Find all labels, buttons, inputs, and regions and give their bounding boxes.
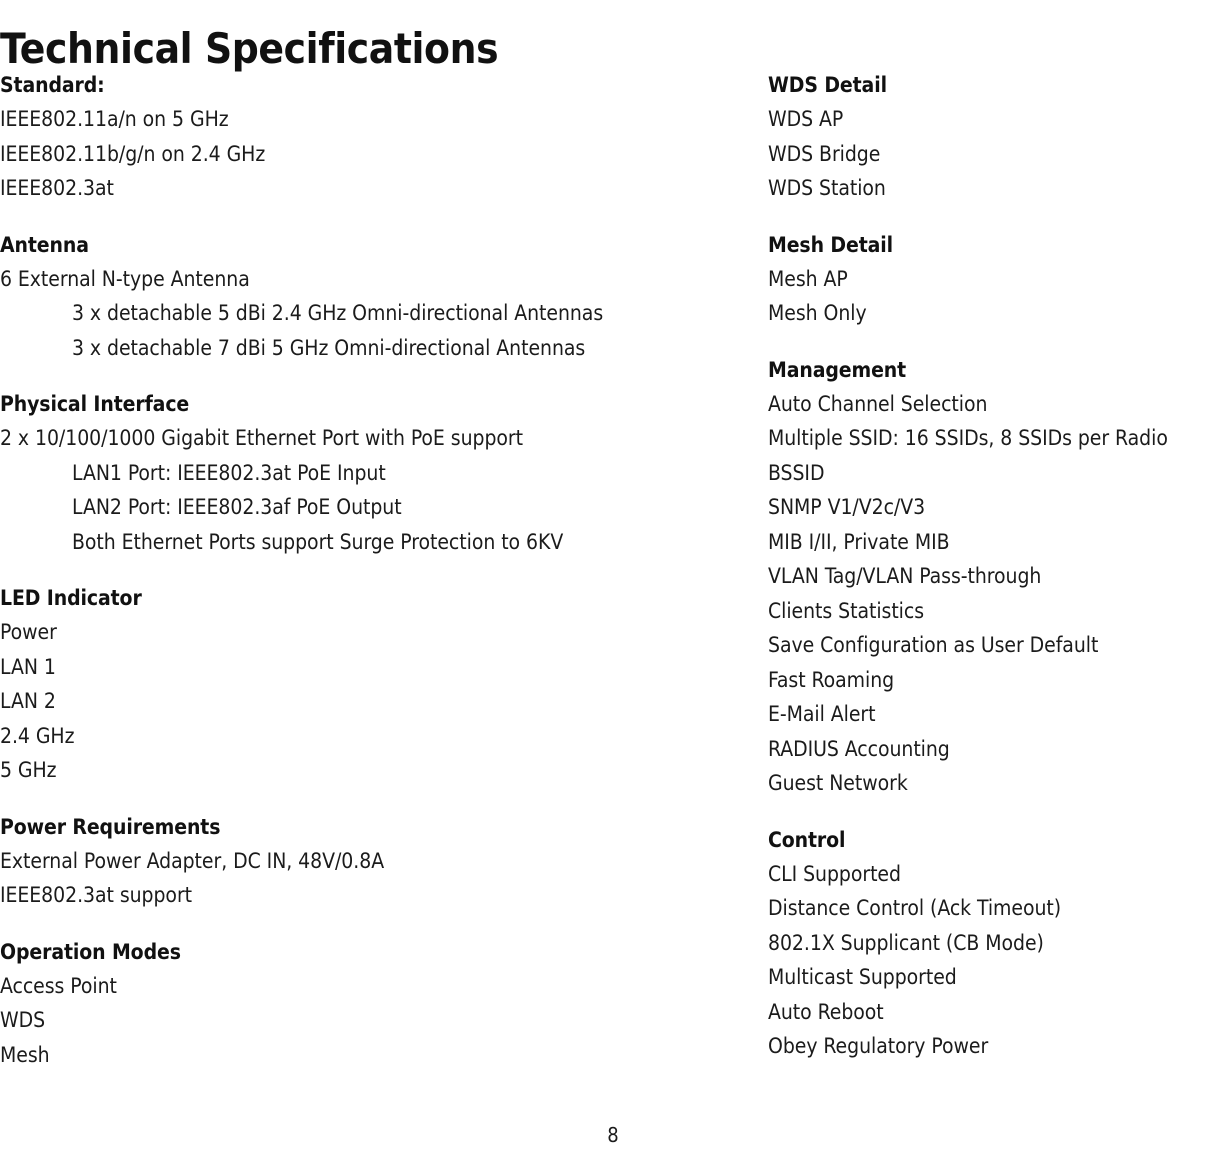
spec-item: Access Point [0,973,117,998]
spec-section: Mesh Detail Mesh AP Mesh Only [768,228,1226,331]
spec-item: Mesh Only [768,301,867,325]
spec-section-heading: WDS Detail [768,73,887,97]
spec-item: Fast Roaming [768,667,895,692]
spec-section: Standard: IEEE802.11a/n on 5 GHz IEEE802.1… [0,68,740,206]
spec-item: Multicast Supported [768,965,957,989]
spec-item: VLAN Tag/VLAN Pass-through [768,564,1042,588]
spec-item: Multiple SSID: 16 SSIDs, 8 SSIDs per Rad… [768,426,1168,450]
left-spec-column: Standard: IEEE802.11a/n on 5 GHz IEEE802.1… [0,68,740,1072]
spec-item: Both Ethernet Ports support Surge Protec… [72,529,564,554]
spec-section-heading: Management [768,357,907,382]
spec-item: LAN2 Port: IEEE802.3af PoE Output [72,495,402,519]
spec-item: 5 GHz [0,758,57,782]
spec-section: Control CLI Supported Distance Control (Ac… [768,823,1226,1064]
spec-item: Mesh AP [768,266,848,291]
spec-section: Physical Interface 2 x 10/100/1000 Gigabi… [0,387,740,559]
spec-item: Obey Regulatory Power [768,1034,989,1058]
spec-section-heading: Operation Modes [0,939,181,964]
spec-item: LAN 2 [0,689,56,713]
spec-item: IEEE802.11a/n on 5 GHz [0,107,229,131]
spec-section: Operation Modes Access Point WDS Mesh [0,935,740,1073]
spec-section: LED Indicator Power LAN 1 LAN 2 2.4 GHz 5 GHz [0,581,740,788]
spec-item: Power [0,620,57,644]
specification-page: Technical Specifications Standard: IEEE80… [0,0,1226,1171]
spec-item: Save Configuration as User Default [768,633,1099,657]
spec-section-heading: Control [768,827,846,852]
spec-item: BSSID [768,460,825,485]
right-spec-column: WDS Detail WDS AP WDS Bridge WDS Station Mes… [768,68,1226,1064]
spec-item: RADIUS Accounting [768,736,950,761]
spec-item: IEEE802.11b/g/n on 2.4 GHz [0,141,266,166]
spec-item: LAN1 Port: IEEE802.3at PoE Input [72,460,386,485]
spec-section-heading: LED Indicator [0,586,142,610]
spec-section: WDS Detail WDS AP WDS Bridge WDS Station [768,68,1226,206]
spec-item: WDS Bridge [768,141,881,166]
spec-item: Distance Control (Ack Timeout) [768,896,1062,920]
spec-item: Mesh [0,1042,50,1067]
spec-section-heading: Power Requirements [0,814,221,839]
spec-section-heading: Standard: [0,73,105,97]
spec-item: WDS Station [768,176,886,200]
spec-item: 3 x detachable 7 dBi 5 GHz Omni-directio… [72,335,586,360]
spec-item: IEEE802.3at [0,176,114,200]
spec-item: Auto Channel Selection [768,391,988,416]
spec-item: Auto Reboot [768,999,884,1024]
spec-section: Power Requirements External Power Adapter… [0,810,740,913]
spec-item: WDS AP [768,107,844,131]
spec-section-heading: Physical Interface [0,392,190,416]
spec-item: External Power Adapter, DC IN, 48V/0.8A [0,848,385,873]
spec-item: 802.1X Supplicant (CB Mode) [768,930,1044,955]
spec-item: IEEE802.3at support [0,883,193,907]
spec-item: WDS [0,1008,46,1032]
spec-item: E-Mail Alert [768,702,876,726]
page-title: Technical Specifications [0,24,499,74]
spec-section: Management Auto Channel Selection Multiple… [768,353,1226,801]
spec-item: 6 External N-type Antenna [0,266,250,291]
spec-item: CLI Supported [768,861,901,886]
page-number: 8 [607,1123,619,1147]
spec-item: SNMP V1/V2c/V3 [768,495,926,519]
spec-section-heading: Mesh Detail [768,232,894,257]
spec-item: Clients Statistics [768,598,925,623]
spec-item: 2.4 GHz [0,723,75,748]
spec-section-heading: Antenna [0,232,89,257]
spec-item: Guest Network [768,771,908,795]
spec-item: MIB I/II, Private MIB [768,529,950,554]
spec-item: 3 x detachable 5 dBi 2.4 GHz Omni-direct… [72,301,604,325]
spec-item: 2 x 10/100/1000 Gigabit Ethernet Port wi… [0,426,523,450]
spec-section: Antenna 6 External N-type Antenna 3 x deta… [0,228,740,366]
spec-item: LAN 1 [0,654,56,679]
